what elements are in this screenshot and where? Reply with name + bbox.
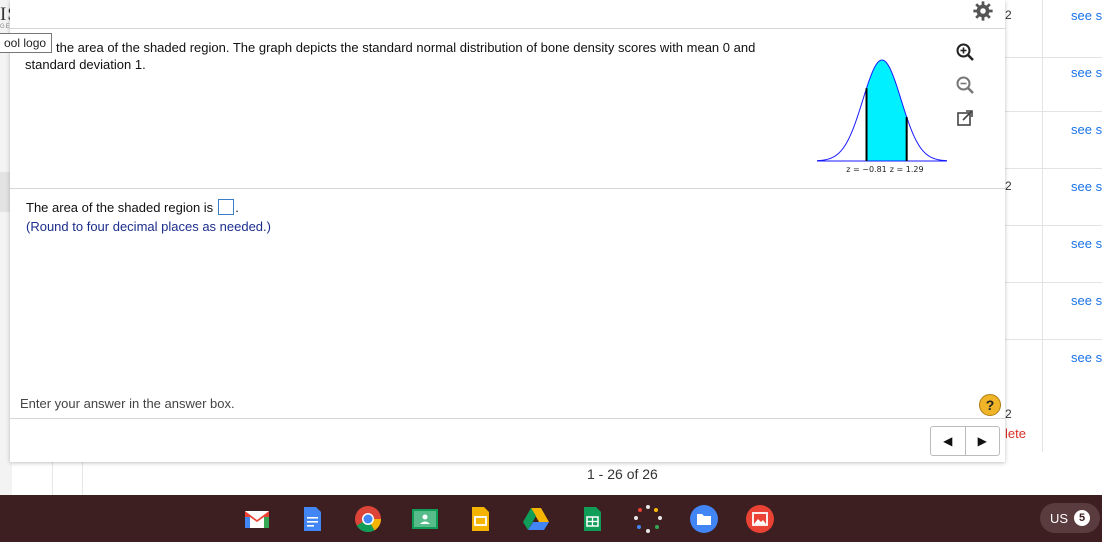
gallery-icon[interactable] bbox=[745, 504, 775, 534]
see-score-link[interactable]: see s bbox=[1071, 236, 1102, 251]
see-score-link[interactable]: see s bbox=[1071, 122, 1102, 137]
gear-icon[interactable] bbox=[972, 0, 994, 22]
footer-divider bbox=[10, 418, 1005, 419]
sheets-icon[interactable] bbox=[577, 504, 607, 534]
list-row: see s bbox=[1005, 282, 1102, 340]
zoom-out-icon[interactable] bbox=[954, 74, 976, 96]
list-row: 2 see s bbox=[1005, 168, 1102, 226]
next-question-button[interactable]: ▶ bbox=[964, 427, 1000, 455]
answer-suffix: . bbox=[235, 199, 239, 215]
question-text: the area of the shaded region. The graph… bbox=[25, 40, 756, 72]
answer-prompt-text: The area of the shaded region is bbox=[26, 199, 214, 215]
row-number: 2 bbox=[1005, 179, 1012, 193]
modal-header-divider bbox=[10, 28, 1005, 29]
left-z-label: z = −0.81 bbox=[846, 165, 887, 174]
launcher-dots-icon[interactable] bbox=[633, 504, 663, 534]
see-score-link[interactable]: see s bbox=[1071, 65, 1102, 80]
previous-question-button[interactable]: ◀ bbox=[931, 427, 965, 455]
zoom-in-icon[interactable] bbox=[954, 41, 976, 63]
locale-indicator: US bbox=[1050, 510, 1069, 526]
shaded-region bbox=[866, 60, 907, 161]
see-score-link[interactable]: see s bbox=[1071, 8, 1102, 23]
chrome-icon[interactable] bbox=[353, 504, 383, 534]
drive-icon[interactable] bbox=[521, 504, 551, 534]
gmail-icon[interactable] bbox=[242, 504, 272, 534]
notification-badge: 5 bbox=[1074, 510, 1091, 526]
see-score-link[interactable]: see s bbox=[1071, 179, 1102, 194]
section-divider bbox=[10, 188, 1005, 189]
classroom-icon[interactable] bbox=[410, 504, 440, 534]
list-row: see s bbox=[1005, 339, 1102, 396]
row-number: 2 bbox=[1005, 8, 1012, 22]
background-divider bbox=[52, 460, 53, 495]
files-icon[interactable] bbox=[689, 504, 719, 534]
answer-input[interactable] bbox=[218, 199, 235, 215]
background-divider bbox=[82, 460, 83, 495]
see-score-link[interactable]: see s bbox=[1071, 293, 1102, 308]
question-modal: ool logo the area of the shaded region. … bbox=[0, 0, 1005, 462]
popout-icon[interactable] bbox=[954, 107, 976, 129]
pagination-text: 1 - 26 of 26 bbox=[587, 466, 658, 482]
right-z-label: z = 1.29 bbox=[890, 165, 924, 174]
normal-distribution-graph: z = −0.81 z = 1.29 bbox=[816, 59, 948, 174]
list-row: see s bbox=[1005, 111, 1102, 169]
answer-prompt: The area of the shaded region is . bbox=[26, 199, 239, 215]
status-area[interactable]: US 5 bbox=[1040, 503, 1101, 533]
help-button[interactable]: ? bbox=[979, 394, 1001, 416]
rounding-hint: (Round to four decimal places as needed.… bbox=[26, 219, 271, 234]
row-number: 2 bbox=[1005, 407, 1012, 421]
question-navigation: ◀ ▶ bbox=[930, 426, 1000, 456]
list-row: see s bbox=[1005, 54, 1102, 112]
instruction-text: Enter your answer in the answer box. bbox=[20, 396, 235, 411]
list-row: 2 see s bbox=[1005, 0, 1102, 58]
os-shelf: US 5 bbox=[0, 495, 1102, 542]
see-score-link[interactable]: see s bbox=[1071, 350, 1102, 365]
list-row: see s bbox=[1005, 225, 1102, 283]
delete-link[interactable]: lete bbox=[1005, 426, 1026, 441]
slides-icon[interactable] bbox=[465, 504, 495, 534]
docs-icon[interactable] bbox=[297, 504, 327, 534]
assignment-list-right-column: 2 see s see s see s 2 see s see s see s … bbox=[1005, 0, 1102, 452]
